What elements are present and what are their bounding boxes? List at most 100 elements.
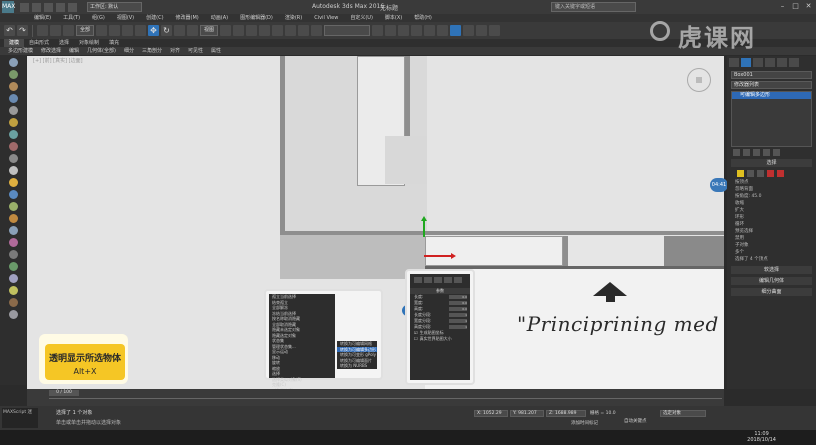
tool-icon[interactable] bbox=[8, 178, 18, 187]
edit-named-selection-icon[interactable] bbox=[311, 25, 323, 36]
selection-option[interactable]: 多个 bbox=[735, 250, 808, 256]
remove-modifier-icon[interactable] bbox=[763, 149, 770, 156]
app-logo[interactable]: MAX bbox=[2, 1, 15, 13]
tool-icon[interactable] bbox=[8, 82, 18, 91]
undo-icon[interactable] bbox=[56, 2, 65, 12]
save-file-icon[interactable] bbox=[44, 2, 53, 12]
configure-sets-icon[interactable] bbox=[773, 149, 780, 156]
auto-key-button[interactable]: 自动关键点 bbox=[624, 418, 647, 424]
tool-icon[interactable] bbox=[8, 298, 18, 307]
tool-icon[interactable] bbox=[8, 262, 18, 271]
stack-item-editable-poly[interactable]: 可编辑多边形 bbox=[732, 92, 811, 99]
selected-filter-dropdown[interactable]: 选定对象 bbox=[660, 410, 706, 417]
viewcube-icon[interactable] bbox=[687, 68, 711, 92]
tab-object-paint[interactable]: 对象绘制 bbox=[74, 39, 104, 47]
motion-tab-icon[interactable] bbox=[765, 58, 775, 67]
graphite-toggle-icon[interactable] bbox=[411, 25, 423, 36]
tab-selection[interactable]: 选择 bbox=[54, 39, 74, 47]
select-manipulate-icon[interactable] bbox=[233, 25, 245, 36]
ribbon-align[interactable]: 对齐 bbox=[166, 47, 184, 55]
maximize-icon[interactable]: □ bbox=[791, 2, 800, 11]
tool-icon[interactable] bbox=[8, 106, 18, 115]
rollout-subdivision[interactable]: 细分曲面 bbox=[731, 288, 812, 296]
tool-icon[interactable] bbox=[8, 130, 18, 139]
parameter-spinner[interactable]: 0.0 bbox=[449, 301, 467, 305]
create-tab-icon[interactable] bbox=[414, 277, 422, 283]
tool-icon[interactable] bbox=[8, 310, 18, 319]
selection-option[interactable]: 忽略背面 bbox=[735, 187, 808, 193]
named-selection-dropdown[interactable] bbox=[324, 25, 371, 36]
ribbon-edit[interactable]: 编辑 bbox=[65, 47, 83, 55]
ribbon-polygon-modeling[interactable]: 多边形建模 bbox=[4, 47, 37, 55]
gizmo-y-axis[interactable] bbox=[423, 219, 425, 237]
tool-icon[interactable] bbox=[8, 214, 18, 223]
percent-snap-icon[interactable] bbox=[285, 25, 297, 36]
material-editor-icon[interactable] bbox=[450, 25, 462, 36]
angle-snap-icon[interactable] bbox=[272, 25, 284, 36]
snap-toggle-icon[interactable] bbox=[259, 25, 271, 36]
redo-icon[interactable] bbox=[68, 2, 77, 12]
menu-group[interactable]: 组(G) bbox=[86, 14, 111, 22]
rollout-selection[interactable]: 选择 bbox=[731, 159, 812, 167]
selection-option[interactable]: 预览选择 bbox=[735, 229, 808, 235]
hierarchy-tab-icon[interactable] bbox=[434, 277, 442, 283]
new-file-icon[interactable] bbox=[20, 2, 29, 12]
convert-submenu-item[interactable]: 转换为可编辑网格 bbox=[337, 341, 377, 347]
spinner-snap-icon[interactable] bbox=[298, 25, 310, 36]
menu-graph-editors[interactable]: 图形编辑器(D) bbox=[234, 14, 279, 22]
tool-icon[interactable] bbox=[8, 94, 18, 103]
menu-create[interactable]: 创建(C) bbox=[140, 14, 169, 22]
tool-icon[interactable] bbox=[8, 238, 18, 247]
rollout-edit-geometry[interactable]: 编辑几何体 bbox=[731, 277, 812, 285]
parameter-spinner[interactable]: 1 bbox=[449, 319, 467, 323]
curve-editor-icon[interactable] bbox=[424, 25, 436, 36]
selection-option[interactable]: 按顶点 bbox=[735, 180, 808, 186]
scene-explorer-icon[interactable] bbox=[8, 58, 18, 67]
coord-x-field[interactable]: X: 1052.29 bbox=[474, 410, 508, 417]
edge-icon[interactable] bbox=[747, 170, 754, 177]
redo-icon[interactable]: ↷ bbox=[17, 25, 28, 36]
selection-option[interactable]: 环形 bbox=[735, 215, 808, 221]
tab-populate[interactable]: 填充 bbox=[104, 39, 124, 47]
menu-tools[interactable]: 工具(T) bbox=[57, 14, 86, 22]
tool-icon[interactable] bbox=[8, 70, 18, 79]
render-setup-icon[interactable] bbox=[463, 25, 475, 36]
move-icon[interactable]: ✥ bbox=[148, 25, 160, 36]
ribbon-triangulation[interactable]: 三角剖分 bbox=[138, 47, 166, 55]
layer-manager-icon[interactable] bbox=[398, 25, 410, 36]
parameter-spinner[interactable]: 0.0 bbox=[449, 307, 467, 311]
tool-icon[interactable] bbox=[8, 142, 18, 151]
real-world-map-check[interactable]: ☐ 真实世界贴图大小 bbox=[410, 336, 470, 342]
modify-tab-icon[interactable] bbox=[741, 58, 751, 67]
add-time-tag-button[interactable]: 添加时间标记 bbox=[571, 420, 598, 426]
window-crossing-icon[interactable] bbox=[135, 25, 147, 36]
tool-icon[interactable] bbox=[8, 286, 18, 295]
menu-customize[interactable]: 自定义(U) bbox=[344, 14, 379, 22]
element-icon[interactable] bbox=[777, 170, 784, 177]
unlink-icon[interactable] bbox=[50, 25, 61, 36]
rendered-frame-icon[interactable] bbox=[476, 25, 488, 36]
ribbon-properties[interactable]: 属性 bbox=[207, 47, 225, 55]
object-name-field[interactable]: Box001 bbox=[731, 71, 812, 79]
menu-modifiers[interactable]: 修改器(M) bbox=[170, 14, 205, 22]
tool-icon[interactable] bbox=[8, 166, 18, 175]
motion-tab-icon[interactable] bbox=[444, 277, 452, 283]
coord-y-field[interactable]: Y: 981.207 bbox=[510, 410, 544, 417]
reference-coordinate-dropdown[interactable]: 视图 bbox=[200, 25, 219, 36]
close-icon[interactable]: ✕ bbox=[804, 2, 813, 11]
parameter-spinner[interactable]: 1 bbox=[449, 325, 467, 329]
modifier-list-dropdown[interactable]: 修改器列表 bbox=[731, 81, 812, 89]
tool-icon[interactable] bbox=[8, 190, 18, 199]
selection-option[interactable]: 子对象 bbox=[735, 243, 808, 249]
modify-tab-icon[interactable] bbox=[424, 277, 432, 283]
selection-filter-dropdown[interactable]: 全部 bbox=[76, 25, 95, 36]
open-file-icon[interactable] bbox=[32, 2, 41, 12]
render-production-icon[interactable] bbox=[489, 25, 501, 36]
parameter-spinner[interactable]: 0.0 bbox=[449, 295, 467, 299]
pivot-icon[interactable] bbox=[220, 25, 232, 36]
ribbon-geometry-all[interactable]: 几何体(全部) bbox=[83, 47, 120, 55]
menu-views[interactable]: 视图(V) bbox=[111, 14, 140, 22]
ribbon-visibility[interactable]: 可见性 bbox=[184, 47, 207, 55]
link-icon[interactable] bbox=[37, 25, 48, 36]
rotate-icon[interactable]: ↻ bbox=[161, 25, 173, 36]
